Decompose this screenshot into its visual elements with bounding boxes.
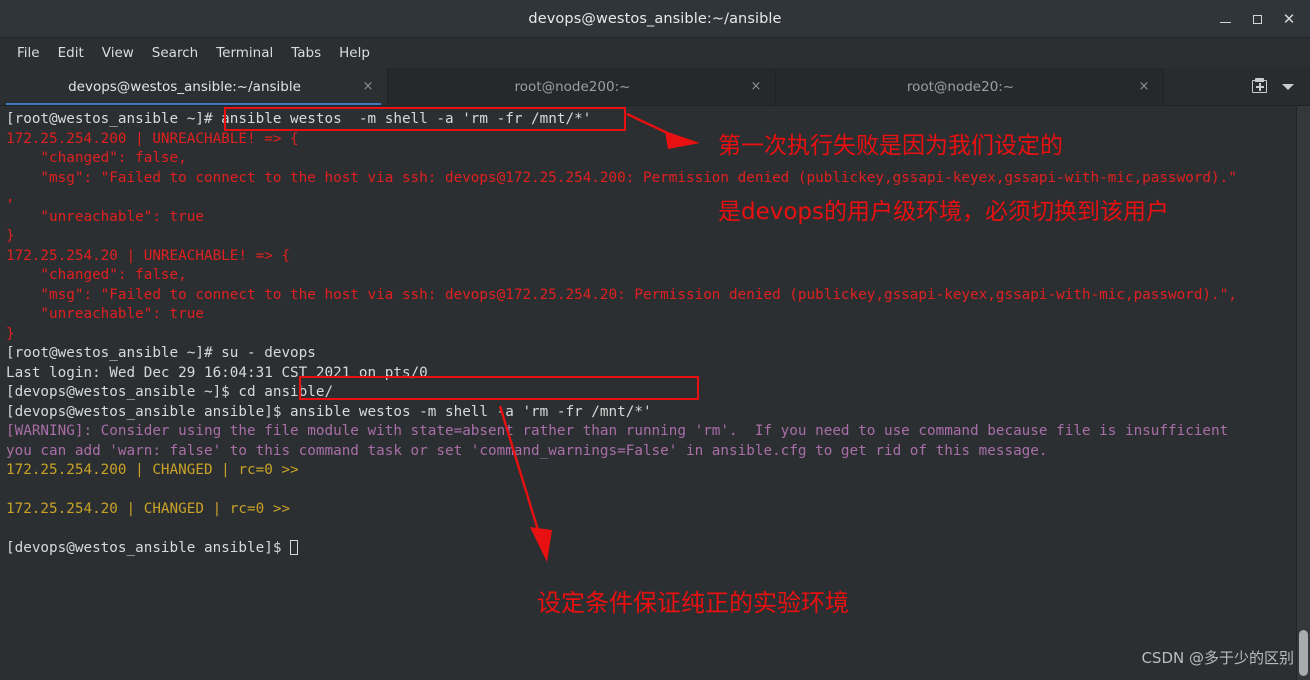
terminal-line: Last login: Wed Dec 29 16:04:31 CST 2021… xyxy=(6,364,428,381)
tab-close-icon[interactable]: × xyxy=(1135,79,1153,94)
terminal-line: } xyxy=(6,325,15,342)
close-button[interactable]: ✕ xyxy=(1274,4,1304,34)
terminal-scrollbar[interactable] xyxy=(1296,106,1310,680)
terminal-line: , xyxy=(6,189,15,205)
terminal-output[interactable]: [root@westos_ansible ~]# ansible westos … xyxy=(0,106,1296,680)
terminal-line: "unreachable": true xyxy=(6,208,204,225)
terminal-line: "changed": false, xyxy=(6,267,187,283)
terminal-line: } xyxy=(6,228,15,244)
terminal-body: [root@westos_ansible ~]# ansible westos … xyxy=(0,106,1310,680)
terminal-line: 172.25.254.200 | CHANGED | rc=0 >> xyxy=(6,462,299,478)
menu-item-view[interactable]: View xyxy=(93,42,143,64)
terminal-line: [WARNING]: Consider using the file modul… xyxy=(6,423,1229,439)
tab-bar-actions xyxy=(1164,68,1310,105)
menu-item-edit[interactable]: Edit xyxy=(49,42,93,64)
terminal-line: "msg": "Failed to connect to the host vi… xyxy=(6,286,1237,303)
tab-devops-ansible[interactable]: devops@westos_ansible:~/ansible × xyxy=(0,68,388,105)
tab-label: root@node20:~ xyxy=(906,78,1015,95)
terminal-line: you can add 'warn: false' to this comman… xyxy=(6,442,1048,459)
window-controls: ✕ xyxy=(1210,0,1304,38)
title-bar: devops@westos_ansible:~/ansible ✕ xyxy=(0,0,1310,38)
tab-label: root@node200:~ xyxy=(514,78,631,95)
terminal-line: [root@westos_ansible ~]# ansible westos … xyxy=(6,111,592,127)
terminal-line: [root@westos_ansible ~]# su - devops xyxy=(6,345,316,361)
tab-root-node20[interactable]: root@node20:~ × xyxy=(776,68,1164,105)
tab-close-icon[interactable]: × xyxy=(747,79,765,94)
chevron-down-icon[interactable] xyxy=(1282,83,1294,90)
tab-root-node200[interactable]: root@node200:~ × xyxy=(388,68,776,105)
tab-bar: devops@westos_ansible:~/ansible × root@n… xyxy=(0,68,1310,106)
tab-close-icon[interactable]: × xyxy=(359,79,377,94)
maximize-icon xyxy=(1252,14,1262,24)
menu-item-file[interactable]: File xyxy=(8,42,49,64)
terminal-cursor xyxy=(290,540,299,555)
terminal-line: "msg": "Failed to connect to the host vi… xyxy=(6,169,1237,186)
terminal-line: "changed": false, xyxy=(6,150,187,166)
menu-item-terminal[interactable]: Terminal xyxy=(207,42,282,64)
window-title: devops@westos_ansible:~/ansible xyxy=(528,10,782,27)
menu-item-tabs[interactable]: Tabs xyxy=(282,42,330,64)
terminal-line: [devops@westos_ansible ~]$ cd ansible/ xyxy=(6,384,334,400)
terminal-line: [devops@westos_ansible ansible]$ ansible… xyxy=(6,403,652,420)
tab-label: devops@westos_ansible:~/ansible xyxy=(68,78,301,95)
minimize-icon xyxy=(1219,21,1231,24)
tab-active-indicator xyxy=(6,102,381,105)
terminal-line: 172.25.254.20 | UNREACHABLE! => { xyxy=(6,247,291,264)
terminal-window: devops@westos_ansible:~/ansible ✕ File E… xyxy=(0,0,1310,680)
terminal-line: 172.25.254.200 | UNREACHABLE! => { xyxy=(6,130,299,147)
menu-item-search[interactable]: Search xyxy=(143,42,207,64)
scrollbar-thumb[interactable] xyxy=(1299,630,1308,676)
terminal-line: [devops@westos_ansible ansible]$ xyxy=(6,539,1296,559)
maximize-button[interactable] xyxy=(1242,4,1272,34)
minimize-button[interactable] xyxy=(1210,4,1240,34)
menu-bar: File Edit View Search Terminal Tabs Help xyxy=(0,38,1310,68)
new-tab-icon[interactable] xyxy=(1251,78,1268,95)
menu-item-help[interactable]: Help xyxy=(330,42,379,64)
scrollbar-track[interactable] xyxy=(1297,106,1310,680)
terminal-line: 172.25.254.20 | CHANGED | rc=0 >> xyxy=(6,501,291,517)
close-icon: ✕ xyxy=(1282,9,1296,28)
terminal-line: "unreachable": true xyxy=(6,306,204,322)
